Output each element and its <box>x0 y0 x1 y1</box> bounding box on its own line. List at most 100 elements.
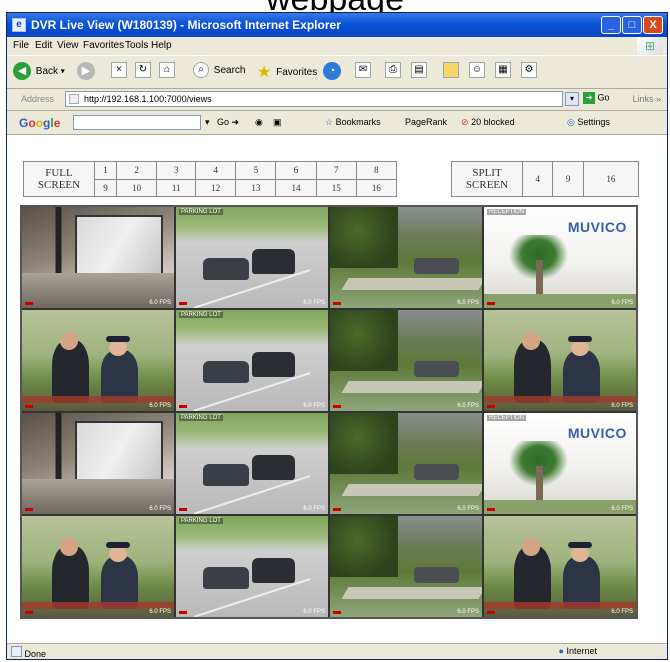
status-page-icon <box>11 646 22 657</box>
menu-edit[interactable]: Edit <box>35 40 52 51</box>
status-zone: ● Internet <box>559 646 597 656</box>
stop-button[interactable]: × <box>111 62 127 82</box>
tools-button[interactable]: ⚙ <box>521 62 537 82</box>
research-button[interactable]: ▦ <box>495 62 511 82</box>
camera-scene-band <box>484 601 636 609</box>
menu-view[interactable]: View <box>57 40 79 51</box>
research-icon: ▦ <box>495 62 511 78</box>
minimize-button[interactable]: _ <box>601 16 621 34</box>
forward-button[interactable]: ▶ <box>77 62 95 82</box>
camera-tile[interactable]: 6.0 FPS <box>22 207 174 308</box>
camera-tile[interactable]: MUVICO RECEPTION 6.0 FPS <box>484 413 636 514</box>
full-screen-channel-7[interactable]: 7 <box>315 161 357 180</box>
top-cropped-caption-text: webpage <box>266 0 404 12</box>
recording-indicator-icon <box>333 508 341 511</box>
standard-toolbar: ◀ Back ▾ ▶ × ↻ ⌂ ⌕ Search ★ Favorites ◔ … <box>7 55 667 89</box>
camera-scene-car1 <box>203 566 249 589</box>
maximize-button[interactable]: □ <box>622 16 642 34</box>
camera-osd-label: PARKING LOT <box>179 312 223 318</box>
google-pagerank-icon[interactable]: ▣ <box>273 117 282 128</box>
full-screen-channel-6[interactable]: 6 <box>275 161 317 180</box>
camera-scene-band <box>484 395 636 403</box>
camera-fps-label: 6.0 FPS <box>303 506 325 512</box>
messenger-button[interactable]: ☺ <box>469 62 485 82</box>
recording-indicator-icon <box>333 405 341 408</box>
popup-blocker-button[interactable]: ⊘ 20 blocked <box>461 117 515 128</box>
favorites-button[interactable]: ★ Favorites <box>257 62 317 82</box>
menu-tools[interactable]: Tools <box>125 40 148 51</box>
print-button[interactable]: ⎙ <box>385 62 401 82</box>
mail-button[interactable]: ✉ <box>355 62 371 82</box>
split-4-button[interactable]: 4 <box>521 161 554 197</box>
full-screen-label: FULL SCREEN <box>23 161 95 197</box>
camera-tile[interactable]: PARKING LOT 6.0 FPS <box>176 207 328 308</box>
camera-osd-label: PARKING LOT <box>179 209 223 215</box>
go-button[interactable]: ➜ Go <box>583 92 610 104</box>
full-screen-channel-10[interactable]: 10 <box>116 178 158 197</box>
pagerank-button[interactable]: PageRank <box>405 117 447 127</box>
camera-tile[interactable]: 6.0 FPS <box>330 310 482 411</box>
search-button[interactable]: ⌕ Search <box>193 62 245 82</box>
pagerank-label: PageRank <box>405 117 448 127</box>
camera-tile[interactable]: 6.0 FPS <box>484 516 636 617</box>
full-screen-channel-1[interactable]: 1 <box>93 161 118 180</box>
camera-tile[interactable]: 6.0 FPS <box>22 516 174 617</box>
title-bar[interactable]: e DVR Live View (W180139) - Microsoft In… <box>7 13 667 37</box>
camera-tile[interactable]: 6.0 FPS <box>484 310 636 411</box>
camera-tile[interactable]: 6.0 FPS <box>330 516 482 617</box>
ie-icon: e <box>12 18 26 32</box>
camera-tile[interactable]: PARKING LOT 6.0 FPS <box>176 310 328 411</box>
google-settings-button[interactable]: ◎ Settings <box>567 117 610 128</box>
home-button[interactable]: ⌂ <box>159 62 175 82</box>
camera-tile[interactable]: MUVICO RECEPTION 6.0 FPS <box>484 207 636 308</box>
full-screen-channel-12[interactable]: 12 <box>195 178 237 197</box>
full-screen-channel-8[interactable]: 8 <box>355 161 398 180</box>
camera-fps-label: 6.0 FPS <box>611 609 633 615</box>
messenger-icon: ☺ <box>469 62 485 78</box>
home-icon: ⌂ <box>159 62 175 78</box>
camera-scene-bush <box>330 207 399 268</box>
full-screen-channel-3[interactable]: 3 <box>156 161 197 180</box>
bookmarks-button[interactable]: ☆ Bookmarks <box>325 117 381 128</box>
bookmarks-label: Bookmarks <box>335 117 381 127</box>
close-button[interactable]: X <box>643 16 663 34</box>
folder-button[interactable] <box>443 62 459 82</box>
camera-tile[interactable]: 6.0 FPS <box>22 310 174 411</box>
split-16-button[interactable]: 16 <box>582 161 640 197</box>
camera-fps-label: 6.0 FPS <box>149 506 171 512</box>
full-screen-channel-9[interactable]: 9 <box>93 178 118 197</box>
full-screen-label-line-1: FULL <box>45 167 73 179</box>
full-screen-channel-14[interactable]: 14 <box>275 178 317 197</box>
full-screen-channel-11[interactable]: 11 <box>156 178 197 197</box>
full-screen-channel-2[interactable]: 2 <box>116 161 158 180</box>
camera-osd-label: PARKING LOT <box>179 518 223 524</box>
address-dropdown-icon[interactable]: ▾ <box>565 92 579 106</box>
address-input[interactable]: http://192.168.1.100:7000/views <box>65 91 563 107</box>
refresh-button[interactable]: ↻ <box>135 62 151 82</box>
history-button[interactable]: ◔ <box>323 62 341 82</box>
full-screen-channel-4[interactable]: 4 <box>195 161 237 180</box>
menu-help[interactable]: Help <box>151 40 172 51</box>
menu-file[interactable]: File <box>13 40 29 51</box>
split-9-button[interactable]: 9 <box>552 161 584 197</box>
full-screen-channel-16[interactable]: 16 <box>355 178 398 197</box>
camera-tile[interactable]: 6.0 FPS <box>330 207 482 308</box>
links-label[interactable]: Links » <box>632 94 661 104</box>
back-button[interactable]: ◀ Back ▾ <box>13 62 65 82</box>
camera-tile[interactable]: PARKING LOT 6.0 FPS <box>176 413 328 514</box>
camera-tile[interactable]: PARKING LOT 6.0 FPS <box>176 516 328 617</box>
camera-tile[interactable]: 6.0 FPS <box>22 413 174 514</box>
google-search-input[interactable] <box>73 115 201 130</box>
go-label: Go <box>597 92 610 103</box>
google-search-dropdown-icon[interactable]: ▾ <box>205 117 210 128</box>
favorites-star-icon: ★ <box>257 64 272 81</box>
google-news-icon[interactable]: ◉ <box>255 117 263 128</box>
edit-button[interactable]: ▤ <box>411 62 427 82</box>
camera-scene-band <box>22 601 174 609</box>
full-screen-channel-13[interactable]: 13 <box>235 178 277 197</box>
full-screen-channel-15[interactable]: 15 <box>315 178 357 197</box>
full-screen-channel-5[interactable]: 5 <box>235 161 277 180</box>
menu-favorites[interactable]: Favorites <box>83 40 124 51</box>
google-go-button[interactable]: Go ➜ <box>217 117 239 128</box>
camera-tile[interactable]: 6.0 FPS <box>330 413 482 514</box>
